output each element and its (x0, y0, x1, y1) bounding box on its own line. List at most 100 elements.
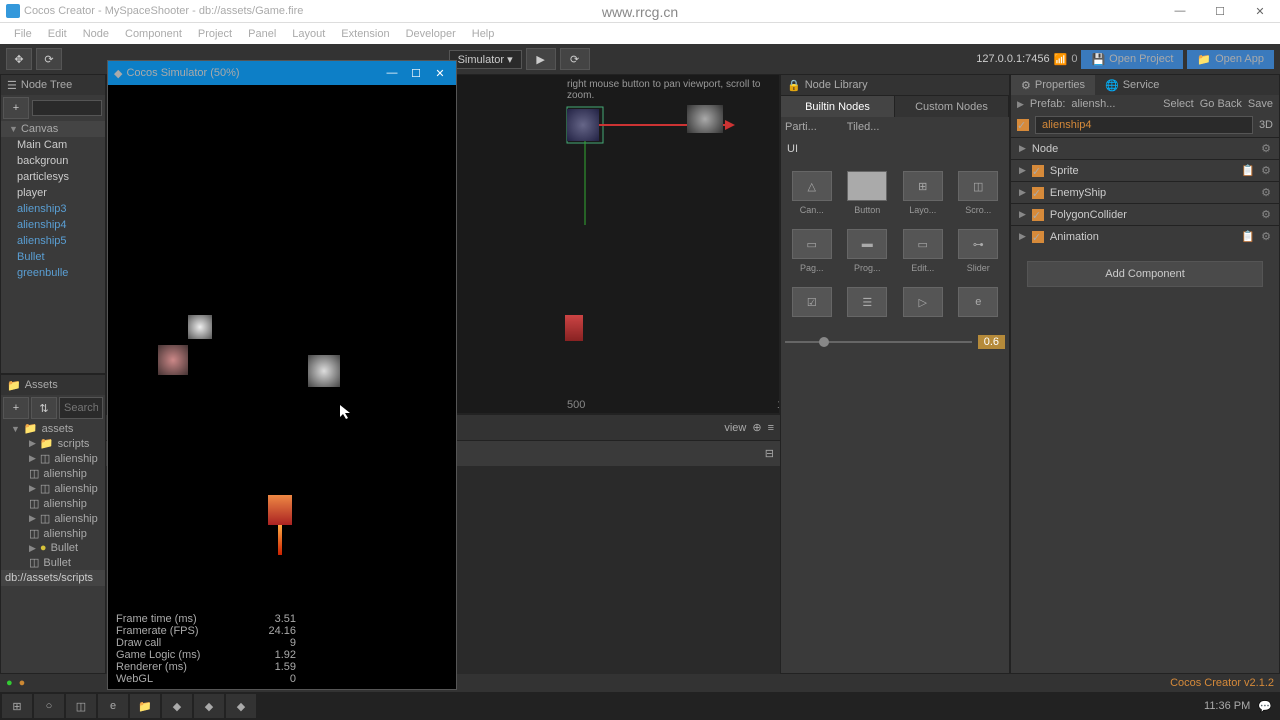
section-animation[interactable]: ▶✓Animation📋⚙ (1011, 225, 1279, 247)
asset-root[interactable]: ▼📁assets (1, 421, 105, 436)
asset-alienship-2[interactable]: ◫alienship (1, 466, 105, 481)
widget-list[interactable]: ☰ (841, 281, 895, 327)
section-sprite[interactable]: ▶✓Sprite📋⚙ (1011, 159, 1279, 181)
app-icon-1[interactable]: ◆ (162, 694, 192, 718)
tree-item-background[interactable]: backgroun (1, 153, 105, 169)
menu-component[interactable]: Component (117, 28, 190, 40)
tree-item-alienship5[interactable]: alienship5 (1, 233, 105, 249)
tree-item-greenbullet[interactable]: greenbulle (1, 265, 105, 281)
section-enemyship[interactable]: ▶✓EnemyShip⚙ (1011, 181, 1279, 203)
section-node[interactable]: ▶Node⚙ (1011, 137, 1279, 159)
menu-node[interactable]: Node (75, 28, 117, 40)
close-button[interactable]: ✕ (1240, 0, 1280, 22)
asset-search[interactable] (59, 397, 103, 419)
widget-progress[interactable]: ▬Prog... (841, 223, 895, 279)
tab-custom[interactable]: Custom Nodes (895, 96, 1009, 117)
menu-project[interactable]: Project (190, 28, 240, 40)
zoom-slider[interactable]: 0.6 (781, 331, 1009, 353)
widget-scroll[interactable]: ◫Scro... (952, 165, 1006, 221)
app-icon-2[interactable]: ◆ (194, 694, 224, 718)
tree-canvas[interactable]: ▼ Canvas (1, 121, 105, 137)
node-search[interactable] (32, 100, 102, 116)
enable-checkbox[interactable]: ✓ (1017, 119, 1029, 131)
play-button[interactable]: ▶ (526, 48, 556, 70)
clear-icon[interactable]: ⊟ (765, 447, 774, 460)
open-project-button[interactable]: 💾Open Project (1081, 50, 1183, 69)
widget-slider[interactable]: ⊶Slider (952, 223, 1006, 279)
menu-help[interactable]: Help (464, 28, 503, 40)
asset-alienship-4[interactable]: ◫alienship (1, 496, 105, 511)
reload-button[interactable]: ⟳ (560, 48, 590, 70)
widget-check[interactable]: ☑ (785, 281, 839, 327)
asset-bullet-2[interactable]: ◫Bullet (1, 555, 105, 570)
widget-play[interactable]: ▷ (896, 281, 950, 327)
simulator-dropdown[interactable]: Simulator ▾ (449, 50, 522, 69)
start-button[interactable]: ⊞ (2, 694, 32, 718)
tab-properties[interactable]: ⚙Properties (1011, 75, 1095, 95)
widget-edit[interactable]: ▭Edit... (896, 223, 950, 279)
tree-item-player[interactable]: player (1, 185, 105, 201)
asset-scripts[interactable]: ▶📁scripts (1, 436, 105, 451)
add-asset-button[interactable]: + (3, 397, 29, 419)
asset-alienship-3[interactable]: ▶◫alienship (1, 481, 105, 496)
sim-close[interactable]: ✕ (430, 63, 450, 83)
move-tool[interactable]: ✥ (6, 48, 32, 70)
sprite-player[interactable] (565, 315, 583, 341)
menu-developer[interactable]: Developer (398, 28, 464, 40)
widget-page[interactable]: ▭Pag... (785, 223, 839, 279)
select-button[interactable]: Select (1163, 98, 1194, 110)
simulator-canvas[interactable]: Frame time (ms)3.51 Framerate (FPS)24.16… (108, 85, 456, 689)
tab-builtin[interactable]: Builtin Nodes (781, 96, 895, 117)
gear-icon[interactable]: ⚙ (1261, 142, 1271, 155)
section-polygon[interactable]: ▶✓PolygonCollider⚙ (1011, 203, 1279, 225)
save-button[interactable]: Save (1248, 98, 1273, 110)
menu-layout[interactable]: Layout (284, 28, 333, 40)
gear-icon[interactable]: ⚙ (1261, 230, 1271, 243)
tray-notifications[interactable]: 💬 (1258, 700, 1272, 713)
widget-layout[interactable]: ⊞Layo... (896, 165, 950, 221)
tree-item-main-cam[interactable]: Main Cam (1, 137, 105, 153)
menu-extension[interactable]: Extension (333, 28, 397, 40)
simulator-titlebar[interactable]: ◆ Cocos Simulator (50%) — ☐ ✕ (108, 61, 456, 85)
gear-icon[interactable]: ⚙ (1261, 186, 1271, 199)
sim-maximize[interactable]: ☐ (406, 63, 426, 83)
refresh-tool[interactable]: ⟳ (36, 48, 62, 70)
sprite-ship2[interactable] (687, 105, 723, 133)
menu-icon[interactable]: ≡ (768, 422, 774, 434)
taskview-icon[interactable]: ◫ (66, 694, 96, 718)
edge-icon[interactable]: e (98, 694, 128, 718)
sprite-ship1[interactable] (567, 109, 599, 141)
add-node-button[interactable]: + (3, 97, 29, 119)
widget-button[interactable]: Button (841, 165, 895, 221)
3d-toggle[interactable]: 3D (1259, 119, 1273, 131)
asset-bullet-1[interactable]: ▶●Bullet (1, 541, 105, 555)
sort-button[interactable]: ⇅ (31, 397, 57, 419)
app-icon-3[interactable]: ◆ (226, 694, 256, 718)
tree-item-particlesys[interactable]: particlesys (1, 169, 105, 185)
goback-button[interactable]: Go Back (1200, 98, 1242, 110)
maximize-button[interactable]: ☐ (1200, 0, 1240, 22)
gear-icon[interactable]: ⚙ (1261, 164, 1271, 177)
tree-item-alienship4[interactable]: alienship4 (1, 217, 105, 233)
parti-item[interactable]: Parti... (785, 121, 817, 133)
menu-file[interactable]: File (6, 28, 40, 40)
widget-web[interactable]: e (952, 281, 1006, 327)
gear-icon[interactable]: ⚙ (1261, 208, 1271, 221)
tab-service[interactable]: 🌐Service (1095, 75, 1169, 95)
expand-icon[interactable]: ⊕ (752, 421, 761, 434)
sim-minimize[interactable]: — (382, 63, 402, 83)
widget-canvas[interactable]: △Can... (785, 165, 839, 221)
menu-edit[interactable]: Edit (40, 28, 75, 40)
open-app-button[interactable]: 📁Open App (1187, 50, 1274, 69)
node-name-input[interactable] (1035, 116, 1253, 134)
tree-item-alienship3[interactable]: alienship3 (1, 201, 105, 217)
asset-alienship-5[interactable]: ▶◫alienship (1, 511, 105, 526)
tray-time[interactable]: 11:36 PM (1204, 700, 1250, 712)
menu-panel[interactable]: Panel (240, 28, 284, 40)
explorer-icon[interactable]: 📁 (130, 694, 160, 718)
asset-alienship-1[interactable]: ▶◫alienship (1, 451, 105, 466)
cortana-icon[interactable]: ○ (34, 694, 64, 718)
asset-alienship-6[interactable]: ◫alienship (1, 526, 105, 541)
add-component-button[interactable]: Add Component (1027, 261, 1263, 287)
tiled-item[interactable]: Tiled... (847, 121, 880, 133)
